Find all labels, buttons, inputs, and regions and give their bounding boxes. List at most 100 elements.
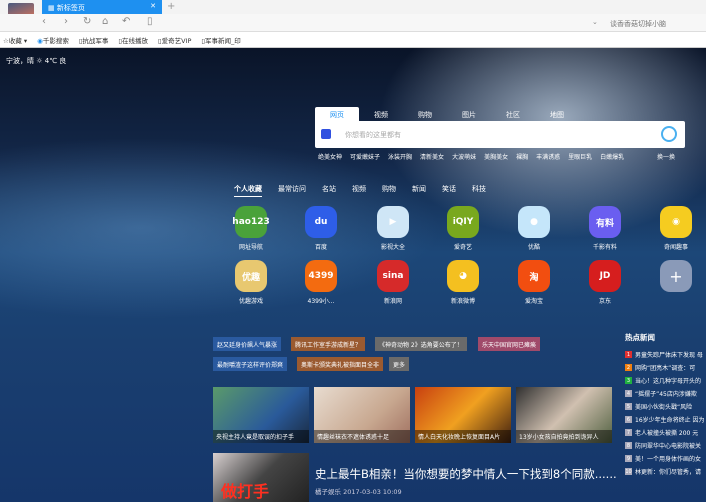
- hot-news-item[interactable]: 7 老人被撞头被撕 200 元: [625, 426, 706, 439]
- app-shortcut[interactable]: 有料 千影有料: [575, 206, 635, 251]
- search-box[interactable]: 你想看的这里都有: [315, 121, 685, 148]
- address-hint[interactable]: 谈香香菇切掉小脑: [610, 19, 666, 29]
- app-shortcut[interactable]: ◉ 奇闻趣事: [646, 206, 706, 251]
- app-shortcut[interactable]: du 百度: [291, 206, 351, 251]
- hot-search-words: 绝美女神 可爱嫩妹子 泳装开胸 清新美女 大波萌妹 美胸美女 裸胸 丰满诱惑 里眼巨乳 白嫩爆乳: [318, 152, 624, 161]
- hot-word-link[interactable]: 裸胸: [516, 152, 528, 161]
- search-tab[interactable]: 视频: [359, 107, 403, 121]
- hot-news-item[interactable]: 10 林更新：你们尽管秀，请: [625, 465, 706, 478]
- sun-icon: ☼: [36, 57, 43, 65]
- hot-news-item[interactable]: 2 网购“团亮木”调查：可: [625, 361, 706, 374]
- search-tab[interactable]: 社区: [491, 107, 535, 121]
- rank-badge: 2: [625, 364, 632, 371]
- hot-news-item[interactable]: 4 “摇摆子”45店内涉嫌欺: [625, 387, 706, 400]
- hot-news-item[interactable]: 8 防同翠华中心电影院被关: [625, 439, 706, 452]
- weather-widget[interactable]: 宁波，晴 ☼ 4℃ 良: [6, 56, 66, 66]
- thumbnail-caption: 情趣丝袜衣不遮体诱惑十足: [314, 430, 410, 443]
- news-thumbnail[interactable]: 央视主持人竟是取误的扣子手: [213, 387, 309, 443]
- featured-article-image[interactable]: 做打手: [213, 453, 309, 502]
- hot-news-text: 男童失踪尸体床下发现 母: [635, 352, 703, 359]
- baidu-engine-icon[interactable]: [321, 129, 331, 139]
- category-tab[interactable]: 科技: [472, 184, 486, 197]
- hot-word-link[interactable]: 大波萌妹: [452, 152, 476, 161]
- hot-word-link[interactable]: 泳装开胸: [388, 152, 412, 161]
- news-tag[interactable]: 最耐嚼渣子这样评价郑爽: [213, 357, 288, 371]
- news-thumbnail[interactable]: 13岁小女孩自拍竟拍到诡异人: [516, 387, 612, 443]
- category-tab[interactable]: 个人收藏: [234, 184, 262, 197]
- dropdown-icon[interactable]: ⌄: [592, 18, 598, 26]
- app-label: 4399小...: [307, 298, 335, 305]
- hot-news-item[interactable]: 1 男童失踪尸体床下发现 母: [625, 348, 706, 361]
- app-shortcut[interactable]: ▶ 影视大全: [363, 206, 423, 251]
- category-tab[interactable]: 笑话: [442, 184, 456, 197]
- search-tab[interactable]: 地图: [535, 107, 579, 121]
- news-tag[interactable]: 更多: [389, 357, 410, 371]
- category-tab[interactable]: 购物: [382, 184, 396, 197]
- app-label: 京东: [598, 298, 611, 305]
- hot-word-link[interactable]: 里眼巨乳: [568, 152, 592, 161]
- app-icon: 4399: [305, 260, 337, 292]
- featured-article-title[interactable]: 史上最牛B相亲！当你想要的梦中情人一下找到8个同款......: [315, 466, 617, 482]
- app-icon: 淘: [518, 260, 550, 292]
- bookmark-item[interactable]: ▯军事新闻_印: [201, 35, 240, 45]
- category-tab[interactable]: 最常访问: [278, 184, 306, 197]
- new-tab-button[interactable]: +: [167, 1, 175, 12]
- rank-badge: 8: [625, 442, 632, 449]
- app-shortcut[interactable]: hao123 网址导航: [221, 206, 281, 251]
- hot-news-item[interactable]: 3 当心！这几种字母开头的: [625, 374, 706, 387]
- app-shortcut[interactable]: sina 新浪网: [363, 260, 423, 305]
- hot-news-item[interactable]: 9 美！一个用身体作画的女: [625, 452, 706, 465]
- reload-icon[interactable]: ↻: [83, 16, 91, 27]
- app-shortcut[interactable]: ● 优酷: [504, 206, 564, 251]
- category-tab[interactable]: 新闻: [412, 184, 426, 197]
- news-tag[interactable]: 奥斯卡颁奖典礼被指面目全非: [297, 357, 384, 371]
- news-thumbnail[interactable]: 情趣丝袜衣不遮体诱惑十足: [314, 387, 410, 443]
- news-tag[interactable]: 腾讯工作室手游成新星？: [291, 337, 366, 351]
- hot-word-link[interactable]: 白嫩爆乳: [600, 152, 624, 161]
- hot-news-item[interactable]: 5 美国小伙街头戳“风险: [625, 400, 706, 413]
- news-tag[interactable]: 赵又廷身价飙人气暴涨: [213, 337, 282, 351]
- hot-word-link[interactable]: 美胸美女: [484, 152, 508, 161]
- search-input[interactable]: 你想看的这里都有: [345, 130, 401, 140]
- news-tag[interactable]: 《神奇动物 2》选角要公布了！: [375, 337, 467, 351]
- tab-new-tab[interactable]: ▦ 新标签页 ✕: [42, 0, 162, 14]
- undo-icon[interactable]: ↶: [122, 16, 130, 27]
- news-tag[interactable]: 乐天中国官网已瘫痪: [478, 337, 541, 351]
- refresh-hotwords-button[interactable]: 换一换: [657, 152, 675, 161]
- hot-word-link[interactable]: 丰满诱惑: [536, 152, 560, 161]
- app-shortcut[interactable]: 4399 4399小...: [291, 260, 351, 305]
- app-icon: hao123: [232, 206, 270, 238]
- page-icon: ▯: [147, 16, 153, 27]
- bookmark-item[interactable]: ◉千影搜索: [37, 35, 69, 45]
- address-bar[interactable]: [160, 16, 660, 30]
- app-shortcut[interactable]: ◕ 新浪微博: [433, 260, 493, 305]
- app-shortcut[interactable]: iQIY 爱奇艺: [433, 206, 493, 251]
- bookmark-favorites[interactable]: ☆收藏 ▾: [3, 35, 27, 45]
- news-thumbnail[interactable]: 情人白天化妆晚上恢复面目A片: [415, 387, 511, 443]
- category-tab[interactable]: 名站: [322, 184, 336, 197]
- app-shortcut[interactable]: JD 京东: [575, 260, 635, 305]
- bookmark-item[interactable]: ▯在线播放: [118, 35, 148, 45]
- search-tab[interactable]: 网页: [315, 107, 359, 121]
- hot-word-link[interactable]: 清新美女: [420, 152, 444, 161]
- category-tab[interactable]: 视频: [352, 184, 366, 197]
- search-icon[interactable]: [661, 126, 677, 142]
- app-label: 百度: [314, 244, 327, 251]
- bookmark-item[interactable]: ▯爱奇艺VIP: [158, 35, 191, 45]
- app-label: 爱淘宝: [524, 298, 543, 305]
- forward-icon[interactable]: ›: [64, 16, 68, 27]
- hot-word-link[interactable]: 绝美女神: [318, 152, 342, 161]
- hot-news-text: 防同翠华中心电影院被关: [635, 443, 702, 450]
- app-shortcut[interactable]: 淘爱淘宝: [504, 260, 564, 305]
- back-icon[interactable]: ‹: [42, 16, 46, 27]
- search-tab[interactable]: 图片: [447, 107, 491, 121]
- bookmark-item[interactable]: ▯抗战军事: [79, 35, 109, 45]
- hot-news-item[interactable]: 6 16岁少年生命将终止 因为: [625, 413, 706, 426]
- app-shortcut[interactable]: 优趣 优趣游戏: [221, 260, 281, 305]
- close-tab-icon[interactable]: ✕: [150, 2, 156, 10]
- home-icon[interactable]: ⌂: [102, 16, 108, 27]
- rank-badge: 6: [625, 416, 632, 423]
- app-shortcut[interactable]: +: [646, 260, 706, 296]
- hot-word-link[interactable]: 可爱嫩妹子: [350, 152, 380, 161]
- search-tab[interactable]: 购物: [403, 107, 447, 121]
